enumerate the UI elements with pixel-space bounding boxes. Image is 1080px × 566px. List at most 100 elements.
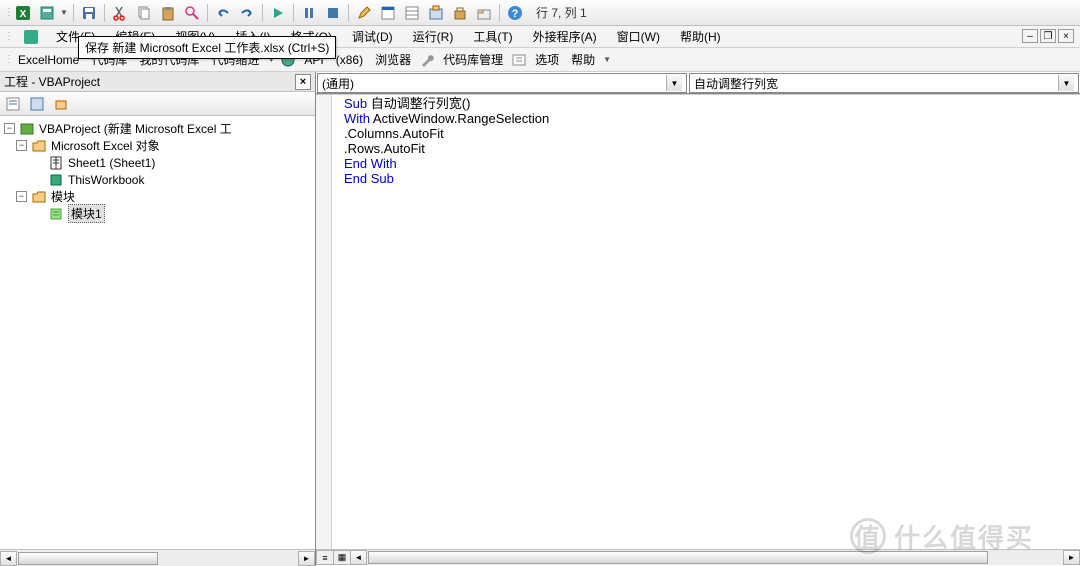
menu-run[interactable]: 运行(R) (409, 26, 458, 47)
tree-thisworkbook-label: ThisWorkbook (68, 173, 144, 187)
code-footer: ≡ ▦ ◄ ► (316, 549, 1080, 566)
mdi-restore-icon[interactable]: ❐ (1040, 29, 1056, 43)
view-object-icon[interactable] (26, 93, 48, 115)
toolbar-grip[interactable]: ⋮ (4, 7, 10, 18)
scroll-right-icon[interactable]: ► (298, 551, 315, 566)
help2-button[interactable]: 帮助 (567, 51, 599, 68)
tree-excel-objects[interactable]: − Microsoft Excel 对象 (4, 137, 311, 154)
undo-icon[interactable] (212, 2, 234, 24)
module-icon (48, 207, 64, 221)
tree-root[interactable]: − VBAProject (新建 Microsoft Excel 工 (4, 120, 311, 137)
workbook-icon (48, 173, 64, 187)
tree-module1[interactable]: 模块1 (4, 205, 311, 222)
save-tooltip: 保存 新建 Microsoft Excel 工作表.xlsx (Ctrl+S) (78, 36, 336, 59)
help-icon[interactable]: ? (504, 2, 526, 24)
save-icon[interactable] (78, 2, 100, 24)
menu-tools[interactable]: 工具(T) (469, 26, 516, 47)
object-browser-icon[interactable] (425, 2, 447, 24)
tree-module1-label: 模块1 (68, 204, 105, 223)
menu-debug[interactable]: 调试(D) (348, 26, 397, 47)
properties-icon[interactable] (401, 2, 423, 24)
code-header: (通用) ▼ 自动调整行列宽 ▼ (316, 72, 1080, 94)
code-panel: (通用) ▼ 自动调整行列宽 ▼ Sub 自动调整行列宽() With Acti… (316, 72, 1080, 566)
object-combo[interactable]: (通用) ▼ (317, 73, 687, 93)
cursor-position: 行 7, 列 1 (536, 4, 587, 21)
scroll-left-icon[interactable]: ◄ (0, 551, 17, 566)
codemgr-button[interactable]: 代码库管理 (439, 51, 507, 68)
project-explorer: 工程 - VBAProject × − VBAProject (新建 Micro… (0, 72, 316, 566)
project-tree[interactable]: − VBAProject (新建 Microsoft Excel 工 − Mic… (0, 116, 315, 549)
project-panel-title: 工程 - VBAProject (4, 73, 100, 90)
procedure-combo-value: 自动调整行列宽 (694, 75, 778, 92)
view-dropdown-icon[interactable] (36, 2, 58, 24)
scroll-thumb[interactable] (368, 551, 988, 564)
excelhome-button[interactable]: ExcelHome (14, 53, 83, 67)
combo-dropdown-icon[interactable]: ▼ (666, 75, 682, 91)
project-icon (19, 122, 35, 136)
paste-icon[interactable] (157, 2, 179, 24)
code-gutter (316, 95, 332, 549)
folder-icon (31, 190, 47, 204)
combo-dropdown-icon[interactable]: ▼ (1058, 75, 1074, 91)
pause-icon[interactable] (298, 2, 320, 24)
cut-icon[interactable] (109, 2, 131, 24)
tree-sheet1[interactable]: Sheet1 (Sheet1) (4, 154, 311, 171)
procedure-combo[interactable]: 自动调整行列宽 ▼ (689, 73, 1079, 93)
dropdown-arrow-icon[interactable]: ▼ (60, 8, 69, 17)
copy-icon[interactable] (133, 2, 155, 24)
app-icon[interactable] (22, 28, 40, 46)
scroll-left-icon[interactable]: ◄ (350, 550, 367, 565)
collapse-icon[interactable]: − (4, 123, 15, 134)
code-hscroll-track[interactable] (367, 550, 1063, 565)
sheet-icon (48, 156, 64, 170)
toggle-folders-icon[interactable] (50, 93, 72, 115)
full-module-view-icon[interactable]: ▦ (333, 550, 351, 565)
toolbar2-grip[interactable]: ⋮ (4, 54, 10, 65)
x86-label: (x86) (332, 53, 367, 67)
scroll-track[interactable] (17, 551, 298, 566)
project-hscrollbar[interactable]: ◄ ► (0, 549, 315, 566)
main-area: 工程 - VBAProject × − VBAProject (新建 Micro… (0, 72, 1080, 566)
redo-icon[interactable] (236, 2, 258, 24)
options-button[interactable]: 选项 (531, 51, 563, 68)
procedure-view-icon[interactable]: ≡ (316, 550, 334, 565)
menu-help[interactable]: 帮助(H) (676, 26, 725, 47)
collapse-icon[interactable]: − (16, 191, 27, 202)
mdi-close-icon[interactable]: × (1058, 29, 1074, 43)
project-panel-toolbar (0, 92, 315, 116)
mdi-minimize-icon[interactable]: – (1022, 29, 1038, 43)
scroll-thumb[interactable] (18, 552, 158, 565)
tree-sheet1-label: Sheet1 (Sheet1) (68, 156, 155, 170)
code-editor[interactable]: Sub 自动调整行列宽() With ActiveWindow.RangeSel… (316, 94, 1080, 549)
scroll-right-icon[interactable]: ► (1063, 550, 1080, 565)
toolbox-icon[interactable] (449, 2, 471, 24)
stop-icon[interactable] (322, 2, 344, 24)
tree-modules-label: 模块 (51, 188, 75, 205)
project-panel-title-bar: 工程 - VBAProject × (0, 72, 315, 92)
folder-icon (31, 139, 47, 153)
browser-button[interactable]: 浏览器 (371, 51, 415, 68)
panel-close-icon[interactable]: × (295, 74, 311, 90)
code-text[interactable]: Sub 自动调整行列宽() With ActiveWindow.RangeSel… (316, 95, 1080, 189)
help2-dropdown-icon[interactable]: ▼ (603, 55, 612, 64)
tree-thisworkbook[interactable]: ThisWorkbook (4, 171, 311, 188)
tree-modules[interactable]: − 模块 (4, 188, 311, 205)
wrench-icon[interactable] (419, 52, 435, 68)
find-icon[interactable] (181, 2, 203, 24)
tree-root-label: VBAProject (新建 Microsoft Excel 工 (39, 120, 232, 137)
menu-window[interactable]: 窗口(W) (613, 26, 664, 47)
design-mode-icon[interactable] (353, 2, 375, 24)
options-icon[interactable] (511, 52, 527, 68)
collapse-icon[interactable]: − (16, 140, 27, 151)
menu-addins[interactable]: 外接程序(A) (529, 26, 601, 47)
run-icon[interactable] (267, 2, 289, 24)
svg-text:X: X (20, 9, 27, 20)
mdi-window-controls: – ❐ × (1022, 29, 1074, 43)
tree-excel-objects-label: Microsoft Excel 对象 (51, 137, 160, 154)
excel-icon[interactable]: X (12, 2, 34, 24)
view-code-icon[interactable] (2, 93, 24, 115)
tab-icon[interactable] (473, 2, 495, 24)
project-explorer-icon[interactable] (377, 2, 399, 24)
object-combo-value: (通用) (322, 75, 354, 92)
menubar-grip[interactable]: ⋮ (4, 31, 10, 42)
